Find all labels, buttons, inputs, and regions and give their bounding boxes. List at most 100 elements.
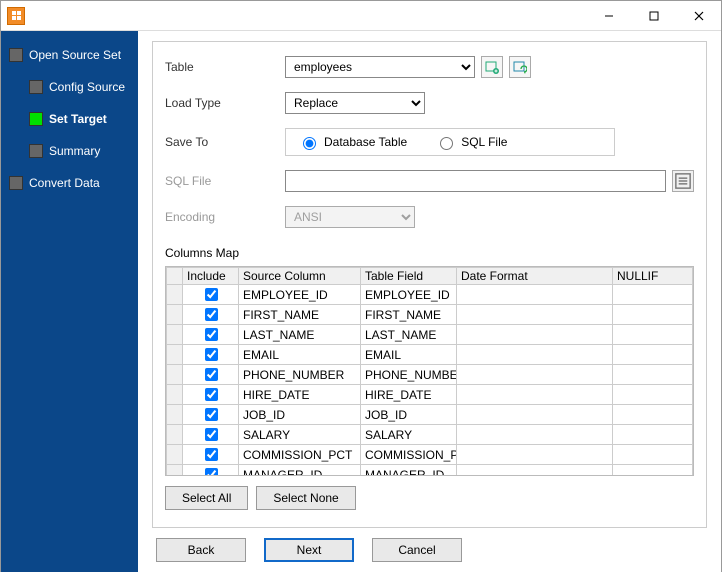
date-cell[interactable] (457, 305, 613, 325)
minimize-button[interactable] (586, 1, 631, 30)
include-cell[interactable] (183, 305, 239, 325)
row-header[interactable] (167, 405, 183, 425)
date-cell[interactable] (457, 365, 613, 385)
refresh-table-icon[interactable] (509, 56, 531, 78)
include-cell[interactable] (183, 405, 239, 425)
step-open-source-set[interactable]: Open Source Set (9, 43, 130, 67)
close-button[interactable] (676, 1, 721, 30)
source-cell[interactable]: COMMISSION_PCT (239, 445, 361, 465)
row-header[interactable] (167, 425, 183, 445)
table-cell[interactable]: LAST_NAME (361, 325, 457, 345)
row-header[interactable] (167, 465, 183, 477)
table-row[interactable]: EMAILEMAIL (167, 345, 693, 365)
row-header[interactable] (167, 325, 183, 345)
table-select[interactable]: employees (285, 56, 475, 78)
include-cell[interactable] (183, 285, 239, 305)
include-cell[interactable] (183, 425, 239, 445)
table-cell[interactable]: EMPLOYEE_ID (361, 285, 457, 305)
header-source[interactable]: Source Column (239, 268, 361, 285)
header-include[interactable]: Include (183, 268, 239, 285)
date-cell[interactable] (457, 445, 613, 465)
date-cell[interactable] (457, 425, 613, 445)
row-header[interactable] (167, 285, 183, 305)
table-row[interactable]: COMMISSION_PCTCOMMISSION_PC (167, 445, 693, 465)
table-cell[interactable]: JOB_ID (361, 405, 457, 425)
row-header[interactable] (167, 365, 183, 385)
row-header[interactable] (167, 305, 183, 325)
nullif-cell[interactable] (613, 345, 693, 365)
load-type-select[interactable]: Replace (285, 92, 425, 114)
table-cell[interactable]: FIRST_NAME (361, 305, 457, 325)
table-row[interactable]: SALARYSALARY (167, 425, 693, 445)
radio-database-table[interactable]: Database Table (298, 134, 407, 150)
table-cell[interactable]: HIRE_DATE (361, 385, 457, 405)
nullif-cell[interactable] (613, 305, 693, 325)
select-none-button[interactable]: Select None (256, 486, 355, 510)
columns-map-grid[interactable]: Include Source Column Table Field Date F… (165, 266, 694, 476)
include-checkbox[interactable] (205, 448, 218, 461)
next-button[interactable]: Next (264, 538, 354, 562)
source-cell[interactable]: EMPLOYEE_ID (239, 285, 361, 305)
include-checkbox[interactable] (205, 388, 218, 401)
nullif-cell[interactable] (613, 325, 693, 345)
date-cell[interactable] (457, 325, 613, 345)
source-cell[interactable]: MANAGER_ID (239, 465, 361, 477)
table-cell[interactable]: MANAGER_ID (361, 465, 457, 477)
step-convert-data[interactable]: Convert Data (9, 171, 130, 195)
date-cell[interactable] (457, 285, 613, 305)
nullif-cell[interactable] (613, 465, 693, 477)
nullif-cell[interactable] (613, 405, 693, 425)
table-row[interactable]: FIRST_NAMEFIRST_NAME (167, 305, 693, 325)
include-checkbox[interactable] (205, 408, 218, 421)
step-config-source[interactable]: Config Source (29, 75, 130, 99)
nullif-cell[interactable] (613, 365, 693, 385)
include-checkbox[interactable] (205, 428, 218, 441)
include-checkbox[interactable] (205, 308, 218, 321)
source-cell[interactable]: FIRST_NAME (239, 305, 361, 325)
source-cell[interactable]: EMAIL (239, 345, 361, 365)
table-cell[interactable]: EMAIL (361, 345, 457, 365)
include-cell[interactable] (183, 365, 239, 385)
date-cell[interactable] (457, 345, 613, 365)
row-header[interactable] (167, 385, 183, 405)
step-summary[interactable]: Summary (29, 139, 130, 163)
add-table-icon[interactable] (481, 56, 503, 78)
source-cell[interactable]: PHONE_NUMBER (239, 365, 361, 385)
table-row[interactable]: EMPLOYEE_IDEMPLOYEE_ID (167, 285, 693, 305)
date-cell[interactable] (457, 385, 613, 405)
include-cell[interactable] (183, 325, 239, 345)
header-table[interactable]: Table Field (361, 268, 457, 285)
table-row[interactable]: LAST_NAMELAST_NAME (167, 325, 693, 345)
radio-database-input[interactable] (303, 137, 316, 150)
include-cell[interactable] (183, 385, 239, 405)
row-header[interactable] (167, 345, 183, 365)
include-checkbox[interactable] (205, 328, 218, 341)
header-date[interactable]: Date Format (457, 268, 613, 285)
table-row[interactable]: JOB_IDJOB_ID (167, 405, 693, 425)
include-cell[interactable] (183, 445, 239, 465)
include-checkbox[interactable] (205, 368, 218, 381)
include-checkbox[interactable] (205, 468, 218, 476)
nullif-cell[interactable] (613, 445, 693, 465)
row-header[interactable] (167, 445, 183, 465)
table-row[interactable]: MANAGER_IDMANAGER_ID (167, 465, 693, 477)
maximize-button[interactable] (631, 1, 676, 30)
back-button[interactable]: Back (156, 538, 246, 562)
browse-file-icon[interactable] (672, 170, 694, 192)
date-cell[interactable] (457, 465, 613, 477)
include-checkbox[interactable] (205, 288, 218, 301)
step-set-target[interactable]: Set Target (29, 107, 130, 131)
select-all-button[interactable]: Select All (165, 486, 248, 510)
source-cell[interactable]: JOB_ID (239, 405, 361, 425)
radio-sql-input[interactable] (440, 137, 453, 150)
include-checkbox[interactable] (205, 348, 218, 361)
table-cell[interactable]: PHONE_NUMBER (361, 365, 457, 385)
table-cell[interactable]: COMMISSION_PC (361, 445, 457, 465)
include-cell[interactable] (183, 345, 239, 365)
source-cell[interactable]: LAST_NAME (239, 325, 361, 345)
cancel-button[interactable]: Cancel (372, 538, 462, 562)
header-nullif[interactable]: NULLIF (613, 268, 693, 285)
table-row[interactable]: PHONE_NUMBERPHONE_NUMBER (167, 365, 693, 385)
source-cell[interactable]: HIRE_DATE (239, 385, 361, 405)
include-cell[interactable] (183, 465, 239, 477)
